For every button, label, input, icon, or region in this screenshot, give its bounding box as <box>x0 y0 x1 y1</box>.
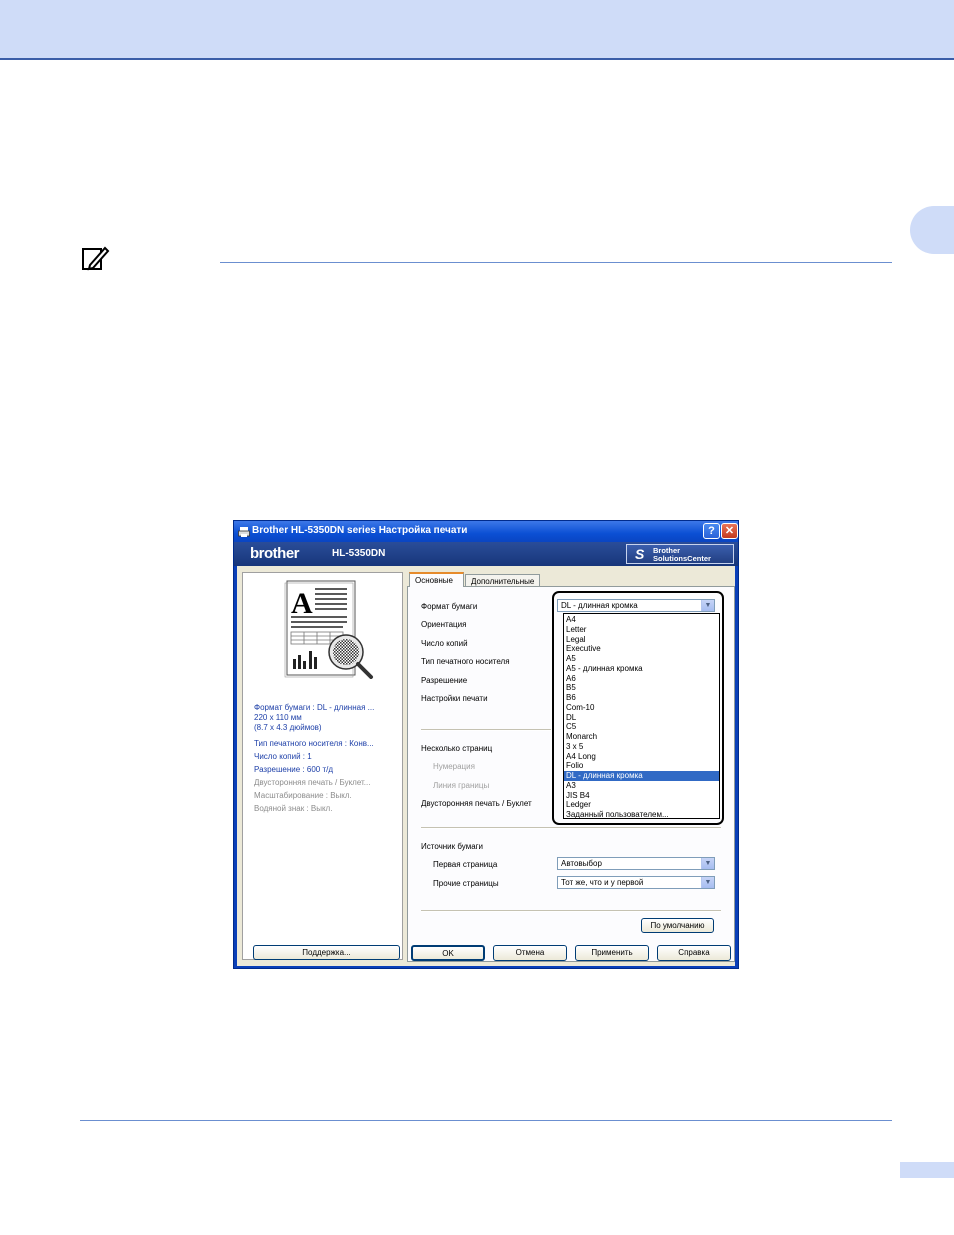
multiple-pages-label: Несколько страниц <box>421 744 493 753</box>
page-header-band <box>0 0 954 60</box>
preview-panel: A Формат бумаги: DL - длинная ... 220 x… <box>242 572 403 960</box>
cancel-button[interactable]: Отмена <box>493 945 567 961</box>
solutions-center-label: Brother SolutionsCenter <box>653 547 711 563</box>
printer-icon <box>238 525 250 537</box>
summary-line: 220 x 110 мм <box>254 713 302 722</box>
separator <box>421 827 721 829</box>
page-number-tab <box>900 1162 954 1178</box>
svg-text:A: A <box>291 587 313 620</box>
solutions-center-button[interactable]: S Brother SolutionsCenter <box>626 544 734 564</box>
orientation-label: Ориентация <box>421 620 467 629</box>
chapter-tab <box>910 206 954 254</box>
separator <box>421 910 721 912</box>
solutions-line2: SolutionsCenter <box>653 554 711 563</box>
print-settings-dialog: Brother HL-5350DN series Настройка печат… <box>233 520 739 969</box>
summary-line: Число копий : 1 <box>254 752 312 761</box>
printer-model: HL-5350DN <box>332 548 386 559</box>
chevron-down-icon[interactable]: ▼ <box>701 877 714 888</box>
footer-rule <box>80 1120 892 1121</box>
other-pages-value: Тот же, что и у первой <box>561 878 644 887</box>
tab-basic[interactable]: Основные <box>409 572 464 587</box>
dialog-title: Brother HL-5350DN series Настройка печат… <box>252 525 468 536</box>
first-page-label: Первая страница <box>433 860 498 869</box>
summary-line: Формат бумаги : DL - длинная ... <box>254 703 375 712</box>
title-bar[interactable]: Brother HL-5350DN series Настройка печат… <box>234 521 738 542</box>
help-button[interactable]: Справка <box>657 945 731 961</box>
print-settings-label: Настройки печати <box>421 694 488 703</box>
separator <box>421 729 551 731</box>
support-button[interactable]: Поддержка... <box>253 945 400 960</box>
callout-highlight <box>552 591 724 825</box>
note-rule <box>220 262 892 263</box>
summary-line: Разрешение : 600 т/д <box>254 765 333 774</box>
summary-line: Тип печатного носителя : Конв... <box>254 739 374 748</box>
numbering-label: Нумерация <box>433 762 475 771</box>
summary-line: (8.7 x 4.3 дюймов) <box>254 723 322 732</box>
solutions-s-icon: S <box>635 546 645 562</box>
paper-size-label: Формат бумаги <box>421 602 478 611</box>
summary-line: Водяной знак : Выкл. <box>254 804 333 813</box>
other-pages-select[interactable]: Тот же, что и у первой ▼ <box>557 876 715 889</box>
brand-bar: brother HL-5350DN S Brother SolutionsCen… <box>234 542 738 566</box>
ok-button[interactable]: OK <box>411 945 485 961</box>
brother-logo: brother <box>250 545 300 562</box>
paper-source-label: Источник бумаги <box>421 842 484 851</box>
copies-label: Число копий <box>421 639 468 648</box>
apply-button[interactable]: Применить <box>575 945 649 961</box>
first-page-value: Автовыбор <box>561 859 602 868</box>
default-button[interactable]: По умолчанию <box>641 918 714 933</box>
resolution-label: Разрешение <box>421 676 468 685</box>
summary-line: Масштабирование : Выкл. <box>254 791 352 800</box>
border-line-label: Линия границы <box>433 781 490 790</box>
other-pages-label: Прочие страницы <box>433 879 499 888</box>
media-type-label: Тип печатного носителя <box>421 657 510 666</box>
duplex-label: Двусторонняя печать / Буклет <box>421 799 532 808</box>
help-title-button[interactable]: ? <box>703 523 720 539</box>
summary-line: Двусторонняя печать / Буклет... <box>254 778 371 787</box>
page-preview-icon: A <box>283 579 383 679</box>
chevron-down-icon[interactable]: ▼ <box>701 858 714 869</box>
dialog-body: A Формат бумаги: DL - длинная ... 220 x… <box>237 566 735 966</box>
close-button[interactable]: ✕ <box>721 523 738 539</box>
first-page-select[interactable]: Автовыбор ▼ <box>557 857 715 870</box>
note-pencil-icon <box>80 245 110 273</box>
